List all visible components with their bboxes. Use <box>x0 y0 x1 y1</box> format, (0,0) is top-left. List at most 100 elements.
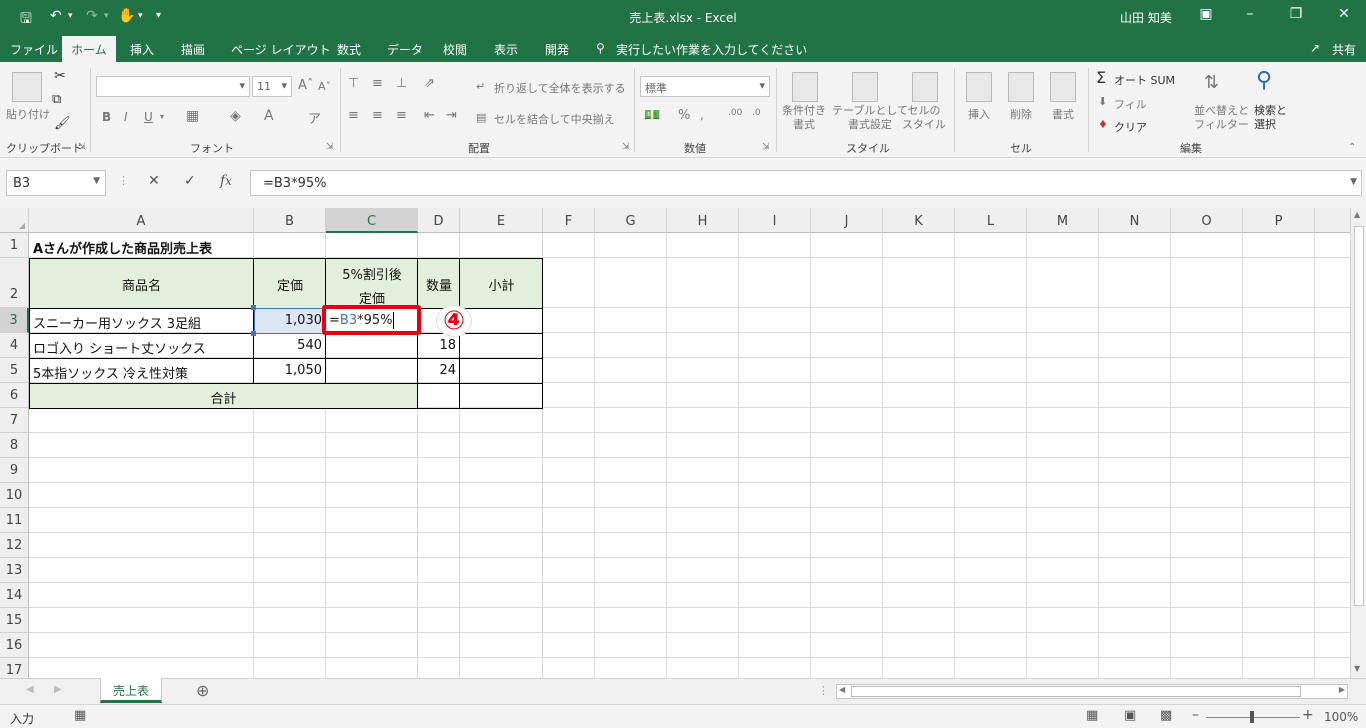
tab-view[interactable]: 表示 <box>494 41 518 58</box>
cell-b4[interactable]: 540 <box>254 338 322 353</box>
clipboard-launcher-icon[interactable]: ⇲ <box>78 142 86 152</box>
row-header-2[interactable]: 2 <box>0 258 29 308</box>
insert-function-icon[interactable]: fx <box>220 173 232 189</box>
scroll-left-icon[interactable]: ◀ <box>839 685 845 694</box>
row-header-15[interactable]: 15 <box>0 608 29 633</box>
column-header-m[interactable]: M <box>1027 208 1099 233</box>
zoom-in-icon[interactable]: + <box>1302 707 1314 723</box>
format-cells-icon[interactable] <box>1050 72 1076 102</box>
macro-record-icon[interactable]: ▦ <box>74 708 86 723</box>
font-name-dropdown[interactable]: ▾ <box>96 76 250 97</box>
row-header-3[interactable]: 3 <box>0 308 29 333</box>
conditional-format-icon[interactable] <box>792 72 818 102</box>
number-launcher-icon[interactable]: ⇲ <box>762 142 770 152</box>
format-table-icon[interactable] <box>852 72 878 102</box>
wrap-text-button[interactable]: 折り返して全体を表示する <box>494 80 626 96</box>
cell-a5[interactable]: 5本指ソックス 冷え性対策 <box>33 363 188 382</box>
cell-styles-button[interactable]: セルの スタイル <box>902 104 946 132</box>
row-header-8[interactable]: 8 <box>0 433 29 458</box>
italic-button[interactable]: I <box>124 110 128 124</box>
column-header-d[interactable]: D <box>418 208 460 233</box>
row-header-14[interactable]: 14 <box>0 583 29 608</box>
zoom-level[interactable]: 100% <box>1324 710 1358 724</box>
column-header-e[interactable]: E <box>460 208 543 233</box>
format-cells-button[interactable]: 書式 <box>1052 106 1074 122</box>
alignment-launcher-icon[interactable]: ⇲ <box>622 142 630 152</box>
cell-a3[interactable]: スニーカー用ソックス 3足組 <box>33 313 201 332</box>
zoom-slider-thumb[interactable] <box>1250 711 1254 723</box>
currency-icon[interactable]: 💵 <box>644 108 660 123</box>
header-discount-line1[interactable]: 5%割引後 <box>326 264 418 283</box>
column-header-o[interactable]: O <box>1171 208 1243 233</box>
zoom-out-icon[interactable]: – <box>1192 707 1199 723</box>
normal-view-icon[interactable]: ▦ <box>1086 708 1098 723</box>
column-header-p[interactable]: P <box>1243 208 1315 233</box>
find-select-button[interactable]: 検索と 選択 <box>1254 104 1287 132</box>
paste-button[interactable]: 貼り付け <box>6 106 50 122</box>
merge-center-button[interactable]: セルを結合して中央揃え <box>494 111 615 127</box>
page-layout-view-icon[interactable]: ▣ <box>1124 708 1136 723</box>
decrease-decimal-icon[interactable]: .0 <box>752 108 761 118</box>
tab-formulas[interactable]: 数式 <box>337 41 361 58</box>
cancel-icon[interactable]: ✕ <box>148 173 160 189</box>
decrease-font-icon[interactable]: Aˇ <box>318 80 331 93</box>
ribbon-display-icon[interactable]: ▣ <box>1194 6 1218 22</box>
row-header-16[interactable]: 16 <box>0 633 29 658</box>
delete-cells-icon[interactable] <box>1008 72 1034 102</box>
scroll-up-icon[interactable]: ▲ <box>1354 210 1360 219</box>
column-header-q[interactable] <box>1315 208 1350 233</box>
row-header-6[interactable]: 6 <box>0 383 29 408</box>
column-header-l[interactable]: L <box>955 208 1027 233</box>
font-launcher-icon[interactable]: ⇲ <box>326 142 334 152</box>
align-right-icon[interactable]: ≡ <box>396 108 407 123</box>
underline-button[interactable]: U <box>144 110 153 124</box>
column-header-a[interactable]: A <box>29 208 254 233</box>
sheet-prev-icon[interactable]: ◀ <box>26 684 34 695</box>
cell-styles-icon[interactable] <box>912 72 938 102</box>
header-price[interactable]: 定価 <box>254 275 326 294</box>
vertical-scroll-thumb[interactable] <box>1354 226 1364 606</box>
borders-icon[interactable]: ▦ <box>186 108 199 124</box>
tab-file[interactable]: ファイル <box>10 41 58 58</box>
tab-home[interactable]: ホーム <box>62 36 116 62</box>
page-break-view-icon[interactable]: ▩ <box>1160 708 1172 723</box>
format-painter-icon[interactable]: 🖌 <box>54 116 71 131</box>
tab-insert[interactable]: 挿入 <box>130 41 154 58</box>
percent-icon[interactable]: % <box>678 108 690 123</box>
underline-dropdown-icon[interactable]: ▾ <box>160 112 164 121</box>
align-middle-icon[interactable]: ≡ <box>372 76 383 91</box>
clear-button[interactable]: クリア <box>1114 119 1147 135</box>
column-header-b[interactable]: B <box>254 208 326 233</box>
row-header-17[interactable]: 17 <box>0 658 29 678</box>
sheet-next-icon[interactable]: ▶ <box>54 684 62 695</box>
column-header-h[interactable]: H <box>667 208 739 233</box>
share-button[interactable]: 共有 <box>1332 41 1356 58</box>
horizontal-scroll-thumb[interactable] <box>851 686 1301 697</box>
user-name[interactable]: 山田 知美 <box>1120 9 1172 26</box>
increase-decimal-icon[interactable]: .00 <box>728 108 742 118</box>
format-table-button[interactable]: テーブルとして 書式設定 <box>832 104 908 132</box>
sheet-tab-active[interactable]: 売上表 <box>100 678 162 703</box>
row-header-9[interactable]: 9 <box>0 458 29 483</box>
column-header-k[interactable]: K <box>883 208 955 233</box>
tab-review[interactable]: 校閲 <box>443 41 467 58</box>
outdent-icon[interactable]: ⇥ <box>446 108 457 123</box>
number-format-dropdown[interactable]: 標準 ▾ <box>640 76 770 97</box>
row-header-1[interactable]: 1 <box>0 233 29 258</box>
row-header-5[interactable]: 5 <box>0 358 29 383</box>
vertical-scrollbar[interactable]: ▲ ▼ <box>1350 208 1366 678</box>
find-icon[interactable]: ⚲ <box>1256 68 1272 93</box>
font-color-icon[interactable]: A <box>264 108 274 124</box>
new-sheet-icon[interactable]: ⊕ <box>196 681 209 700</box>
column-header-n[interactable]: N <box>1099 208 1171 233</box>
copy-icon[interactable]: ⧉ <box>52 92 61 107</box>
restore-button[interactable]: ❐ <box>1284 6 1308 22</box>
insert-cells-icon[interactable] <box>966 72 992 102</box>
orientation-icon[interactable]: ⇗ <box>424 76 435 91</box>
scroll-right-icon[interactable]: ▶ <box>1339 685 1345 694</box>
column-header-f[interactable]: F <box>543 208 595 233</box>
enter-icon[interactable]: ✓ <box>184 173 196 189</box>
row-header-12[interactable]: 12 <box>0 533 29 558</box>
increase-font-icon[interactable]: Aˆ <box>298 78 313 93</box>
delete-cells-button[interactable]: 削除 <box>1010 106 1032 122</box>
